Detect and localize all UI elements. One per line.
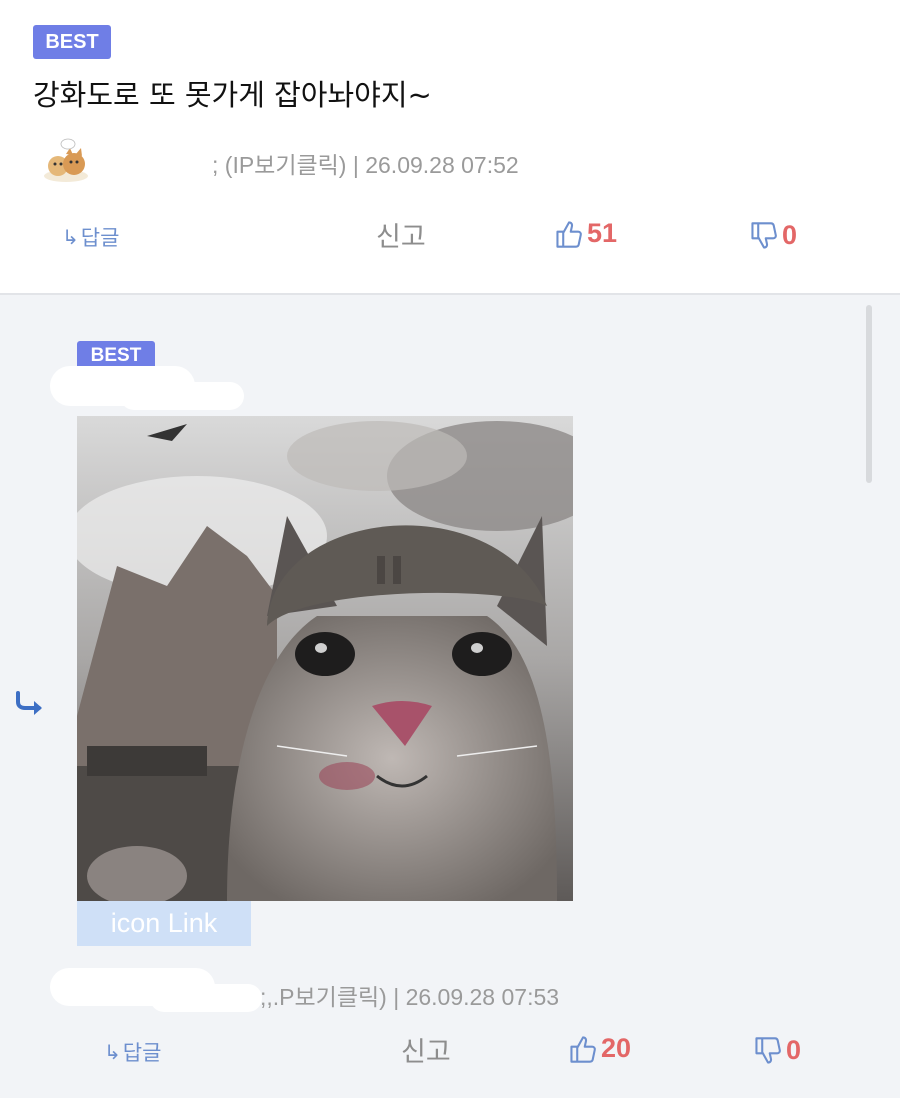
comment-text: 강화도로 또 못가게 잡아놔야지~ (33, 78, 432, 112)
report-label: 신고 (376, 222, 426, 253)
redacted-nickname (100, 140, 212, 180)
scrollbar[interactable] (866, 305, 872, 483)
report-button[interactable]: 신고 (401, 1030, 451, 1069)
dislike-count: 0 (782, 220, 798, 250)
icon-link-button[interactable]: icon Link (77, 901, 251, 946)
reply-button[interactable]: ↳ 답글 (104, 1037, 161, 1067)
comment-image-cat-soldier[interactable] (77, 416, 573, 901)
thumbs-down-icon (751, 221, 777, 249)
like-count: 20 (601, 1033, 632, 1063)
redacted-nickname-extra (120, 382, 244, 410)
avatar[interactable] (40, 136, 92, 184)
thumbs-up-icon (570, 1035, 596, 1063)
reply-indicator-icon (16, 691, 42, 715)
reply-button[interactable]: ↳ 답글 (62, 222, 119, 252)
thumbs-down-icon (755, 1036, 781, 1064)
comment-meta: ;,.P보기클릭) | 26.09.28 07:53 (260, 984, 560, 1010)
comment-meta: ; (IP보기클릭) | 26.09.28 07:52 (212, 152, 519, 178)
reply-label: 답글 (80, 226, 120, 250)
like-count: 51 (587, 218, 618, 248)
thumbs-up-icon (556, 220, 582, 248)
redacted-nickname-extra (150, 984, 262, 1012)
dislike-count: 0 (786, 1035, 802, 1065)
reply-label: 답글 (122, 1041, 162, 1065)
reply-arrow-icon: ↳ (62, 225, 79, 249)
like-button[interactable]: 51 (555, 218, 617, 249)
report-label: 신고 (401, 1037, 451, 1068)
dislike-button[interactable]: 0 (750, 220, 797, 251)
reply-arrow-icon: ↳ (104, 1040, 121, 1064)
dislike-button[interactable]: 0 (754, 1035, 801, 1066)
best-badge: BEST (33, 25, 111, 59)
like-button[interactable]: 20 (569, 1033, 631, 1064)
report-button[interactable]: 신고 (376, 215, 426, 254)
